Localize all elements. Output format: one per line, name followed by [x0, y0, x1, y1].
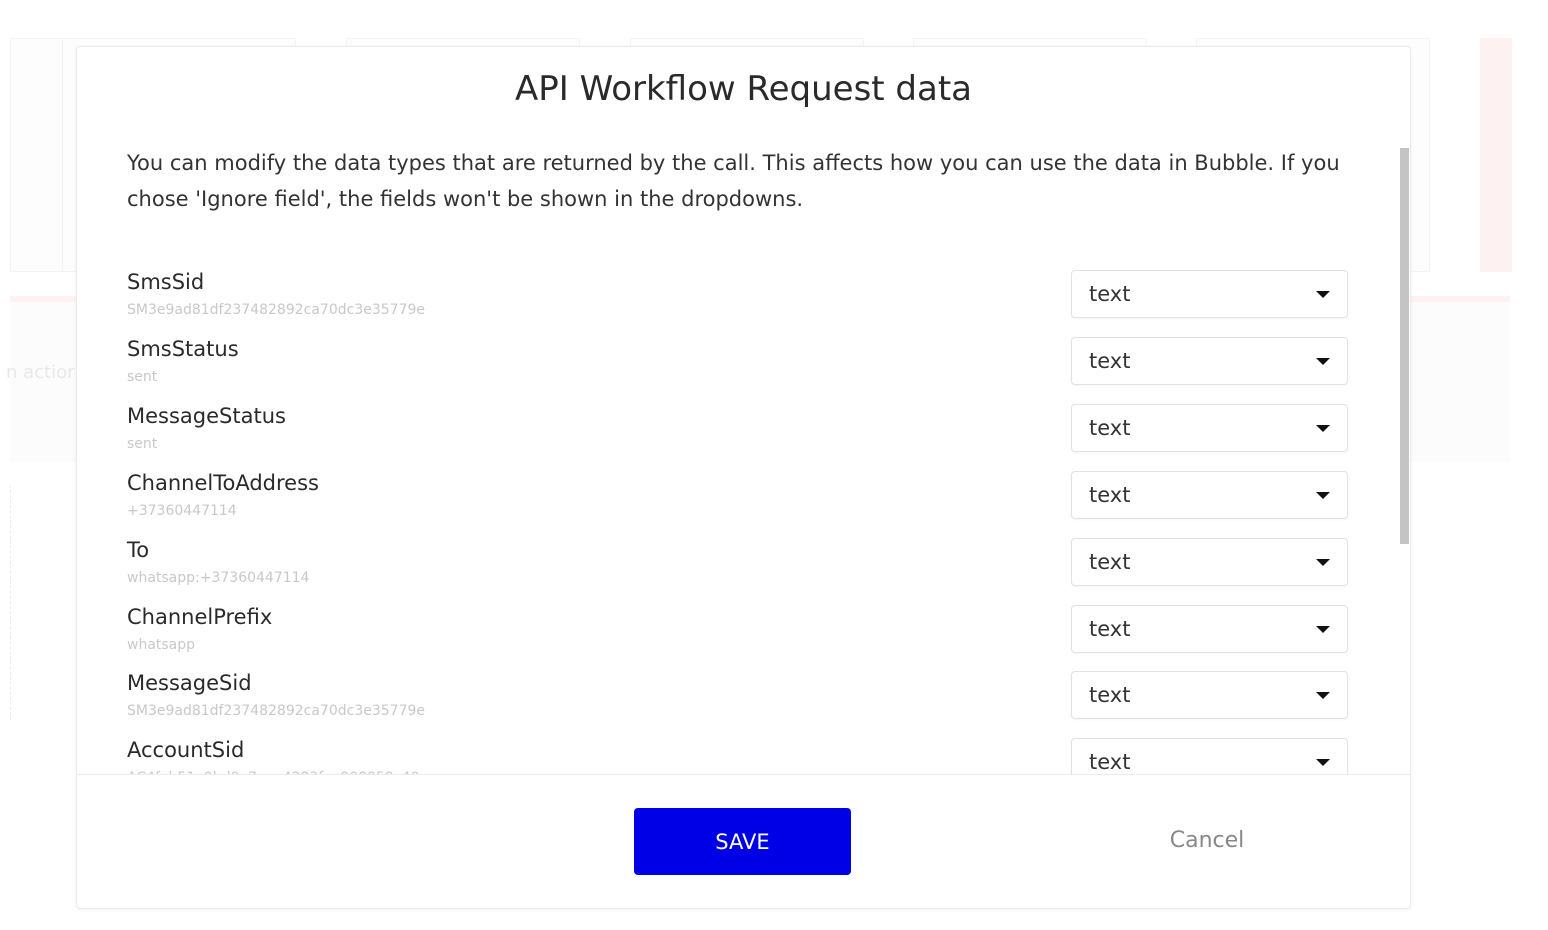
- field-type-dropdown[interactable]: text: [1071, 471, 1348, 519]
- field-type-dropdown[interactable]: text: [1071, 671, 1348, 719]
- field-type-value: text: [1089, 550, 1131, 574]
- field-row: AccountSid AC4fab51a0bd0a7aae4283fee9080…: [127, 730, 1350, 774]
- field-type-dropdown[interactable]: text: [1071, 605, 1348, 653]
- field-name: SmsStatus: [127, 337, 239, 361]
- caret-down-icon: [1316, 425, 1330, 432]
- field-name: MessageSid: [127, 671, 252, 695]
- caret-down-icon: [1316, 358, 1330, 365]
- field-sample-value: sent: [127, 369, 158, 385]
- field-row: SmsSid SM3e9ad81df237482892ca70dc3e35779…: [127, 262, 1350, 329]
- save-button[interactable]: SAVE: [634, 808, 851, 875]
- field-name: AccountSid: [127, 738, 245, 762]
- field-type-dropdown[interactable]: text: [1071, 404, 1348, 452]
- field-sample-value: whatsapp:+37360447114: [127, 570, 310, 586]
- modal-description: You can modify the data types that are r…: [127, 151, 1340, 211]
- field-name: ChannelPrefix: [127, 605, 273, 629]
- field-type-value: text: [1089, 683, 1131, 707]
- field-row: ChannelPrefix whatsapp text: [127, 597, 1350, 664]
- caret-down-icon: [1316, 759, 1330, 766]
- field-row: MessageStatus sent text: [127, 396, 1350, 463]
- field-type-value: text: [1089, 617, 1131, 641]
- field-type-value: text: [1089, 483, 1131, 507]
- field-name: ChannelToAddress: [127, 471, 319, 495]
- scrollbar-thumb[interactable]: [1400, 148, 1409, 544]
- api-workflow-request-data-modal: API Workflow Request data You can modify…: [76, 46, 1411, 909]
- background-label: n actior: [6, 362, 75, 383]
- field-type-dropdown[interactable]: text: [1071, 538, 1348, 586]
- field-type-dropdown[interactable]: text: [1071, 270, 1348, 318]
- field-type-value: text: [1089, 750, 1131, 774]
- field-name: MessageStatus: [127, 404, 286, 428]
- caret-down-icon: [1316, 492, 1330, 499]
- modal-title: API Workflow Request data: [514, 69, 973, 109]
- footer-divider: [77, 774, 1410, 775]
- field-row: To whatsapp:+37360447114 text: [127, 530, 1350, 597]
- fields-list[interactable]: SmsSid SM3e9ad81df237482892ca70dc3e35779…: [77, 252, 1410, 774]
- field-type-dropdown[interactable]: text: [1071, 738, 1348, 774]
- background-card: [1480, 38, 1512, 272]
- field-type-value: text: [1089, 282, 1131, 306]
- caret-down-icon: [1316, 291, 1330, 298]
- field-row: SmsStatus sent text: [127, 329, 1350, 396]
- field-type-value: text: [1089, 349, 1131, 373]
- cancel-button[interactable]: Cancel: [1157, 827, 1257, 854]
- caret-down-icon: [1316, 692, 1330, 699]
- field-name: SmsSid: [127, 270, 205, 294]
- field-name: To: [127, 538, 150, 562]
- background-dashed-line: [10, 485, 11, 720]
- field-sample-value: SM3e9ad81df237482892ca70dc3e35779e: [127, 302, 425, 318]
- field-type-value: text: [1089, 416, 1131, 440]
- background-card: [10, 38, 64, 272]
- field-sample-value: +37360447114: [127, 503, 237, 519]
- caret-down-icon: [1316, 626, 1330, 633]
- field-sample-value: SM3e9ad81df237482892ca70dc3e35779e: [127, 703, 425, 719]
- field-sample-value: whatsapp: [127, 637, 196, 653]
- field-type-dropdown[interactable]: text: [1071, 337, 1348, 385]
- field-sample-value: sent: [127, 436, 158, 452]
- field-row: ChannelToAddress +37360447114 text: [127, 463, 1350, 530]
- field-row: MessageSid SM3e9ad81df237482892ca70dc3e3…: [127, 663, 1350, 730]
- caret-down-icon: [1316, 559, 1330, 566]
